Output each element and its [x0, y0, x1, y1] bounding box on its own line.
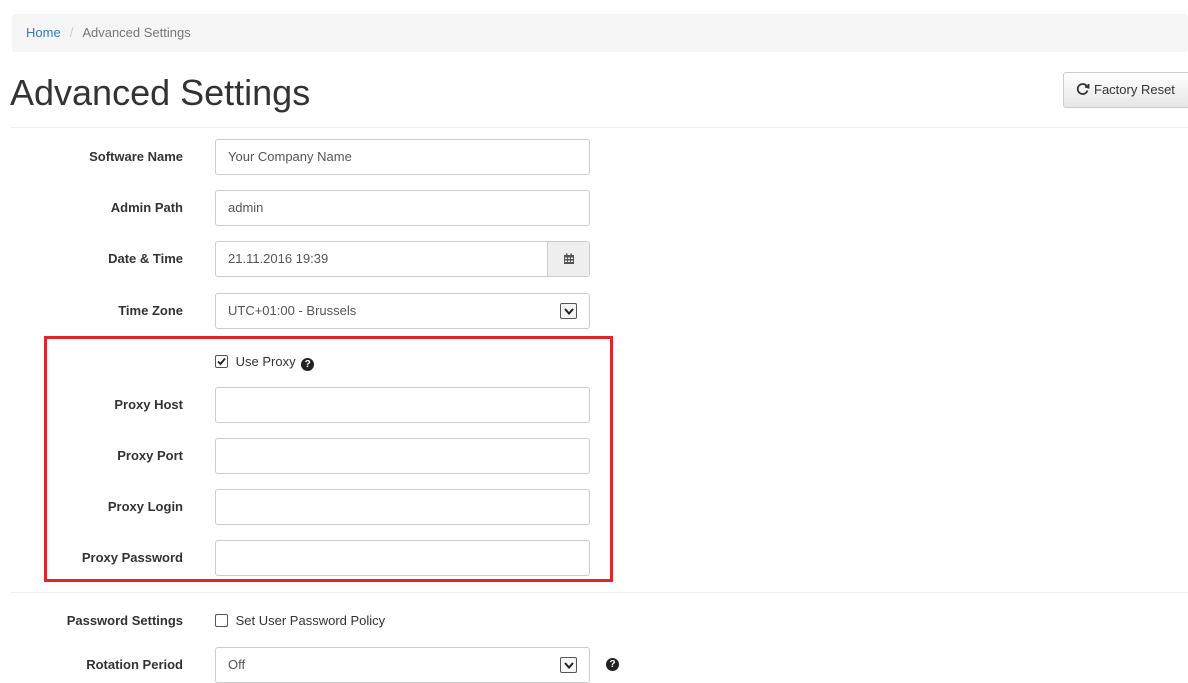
date-time-label: Date & Time: [108, 251, 183, 266]
proxy-password-row: Proxy Password: [0, 540, 700, 576]
proxy-port-input[interactable]: [215, 438, 590, 474]
admin-path-row: Admin Path admin: [0, 190, 700, 226]
time-zone-label: Time Zone: [118, 303, 183, 318]
password-settings-label: Password Settings: [66, 613, 183, 628]
date-time-value: 21.11.2016 19:39: [228, 251, 329, 266]
breadcrumb-current: Advanced Settings: [82, 25, 191, 40]
use-proxy-checkbox[interactable]: [215, 355, 228, 368]
rotation-period-value: Off: [228, 657, 246, 672]
section-divider: [10, 592, 1188, 593]
password-policy-label: Set User Password Policy: [235, 613, 386, 628]
password-policy-option[interactable]: Set User Password Policy: [215, 611, 385, 631]
question-icon[interactable]: ?: [606, 658, 619, 671]
calendar-icon[interactable]: [547, 242, 589, 276]
proxy-password-label: Proxy Password: [81, 550, 183, 565]
date-time-input[interactable]: 21.11.2016 19:39: [215, 241, 590, 277]
proxy-port-row: Proxy Port: [0, 438, 700, 474]
use-proxy-option[interactable]: Use Proxy ?: [215, 352, 315, 372]
use-proxy-label: Use Proxy: [235, 354, 296, 369]
breadcrumb-home-link[interactable]: Home: [26, 25, 61, 40]
proxy-login-label: Proxy Login: [107, 499, 183, 514]
proxy-host-label: Proxy Host: [114, 397, 183, 412]
password-settings-row: Password Settings Set User Password Poli…: [0, 603, 700, 639]
date-time-row: Date & Time 21.11.2016 19:39: [0, 241, 700, 277]
chevron-down-icon: [560, 657, 577, 673]
rotation-period-row: Rotation Period Off ?: [0, 647, 700, 683]
rotation-period-select[interactable]: Off: [215, 647, 590, 683]
breadcrumb: Home / Advanced Settings: [12, 14, 1188, 52]
factory-reset-label: Factory Reset: [1094, 82, 1175, 97]
breadcrumb-separator: /: [69, 25, 74, 40]
admin-path-label: Admin Path: [110, 200, 183, 215]
refresh-icon: [1076, 75, 1090, 95]
page-title: Advanced Settings: [10, 72, 311, 113]
software-name-label: Software Name: [89, 149, 183, 164]
password-policy-checkbox[interactable]: [215, 614, 228, 627]
time-zone-value: UTC+01:00 - Brussels: [228, 303, 357, 318]
rotation-period-label: Rotation Period: [86, 657, 183, 672]
question-icon[interactable]: ?: [301, 358, 315, 371]
proxy-host-input[interactable]: [215, 387, 590, 423]
software-name-row: Software Name Your Company Name: [0, 139, 700, 175]
software-name-input[interactable]: Your Company Name: [215, 139, 590, 175]
proxy-login-row: Proxy Login: [0, 489, 700, 525]
admin-path-input[interactable]: admin: [215, 190, 590, 226]
time-zone-row: Time Zone UTC+01:00 - Brussels: [0, 293, 700, 329]
chevron-down-icon: [560, 303, 577, 319]
proxy-host-row: Proxy Host: [0, 387, 700, 423]
factory-reset-button[interactable]: Factory Reset: [1063, 72, 1188, 108]
proxy-password-input[interactable]: [215, 540, 590, 576]
proxy-login-input[interactable]: [215, 489, 590, 525]
proxy-port-label: Proxy Port: [117, 448, 183, 463]
time-zone-select[interactable]: UTC+01:00 - Brussels: [215, 293, 590, 329]
header-divider: [10, 127, 1188, 128]
